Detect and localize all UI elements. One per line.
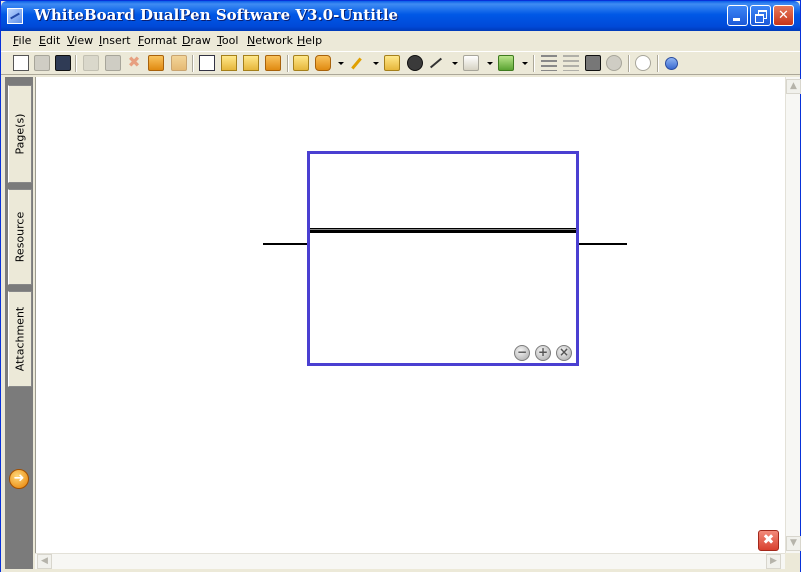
insert-page-icon[interactable]	[199, 55, 215, 71]
line-icon[interactable]	[428, 55, 444, 71]
title-bar[interactable]: WhiteBoard DualPen Software V3.0-Untitle…	[1, 1, 800, 31]
window-title: WhiteBoard DualPen Software V3.0-Untitle	[34, 6, 399, 24]
eraser-icon[interactable]	[315, 55, 331, 71]
paste-icon[interactable]	[105, 55, 121, 71]
spotlight-icon[interactable]	[635, 55, 651, 71]
previous-page-icon[interactable]	[221, 55, 237, 71]
redo-icon[interactable]	[171, 55, 187, 71]
expand-panel-button[interactable]: ➜	[9, 469, 29, 489]
next-page-icon[interactable]	[243, 55, 259, 71]
widget-frame[interactable]	[307, 151, 579, 366]
scroll-up-button[interactable]: ▲	[786, 79, 801, 94]
fill-color-icon[interactable]	[585, 55, 601, 71]
menu-help-label: elp	[305, 34, 323, 47]
menu-format[interactable]: Format	[138, 34, 177, 47]
widget-divider	[310, 228, 576, 233]
widget-minus-button[interactable]: −	[514, 345, 530, 361]
menu-file[interactable]: File	[13, 34, 31, 47]
tab-attachment-label: Attachment	[13, 306, 27, 372]
vertical-scrollbar[interactable]: ▲ ▼	[785, 77, 801, 553]
tab-pages[interactable]: Page(s)	[8, 85, 32, 183]
horizontal-scrollbar[interactable]: ◀ ▶	[35, 553, 785, 569]
undo-icon[interactable]	[148, 55, 164, 71]
menu-edit-mnemonic: E	[39, 34, 46, 47]
minimize-button[interactable]	[727, 5, 748, 26]
tab-resource-label: Resource	[13, 211, 27, 263]
scroll-down-button[interactable]: ▼	[786, 536, 801, 551]
scroll-left-button[interactable]: ◀	[37, 554, 52, 569]
tab-attachment[interactable]: Attachment	[8, 291, 32, 387]
transparency-icon[interactable]	[606, 55, 622, 71]
shape-dropdown-icon[interactable]	[487, 62, 493, 65]
menu-file-label: ile	[18, 34, 32, 47]
toolbar-separator	[192, 55, 194, 72]
scroll-right-button[interactable]: ▶	[766, 554, 781, 569]
shape-icon[interactable]	[463, 55, 479, 71]
close-window-button[interactable]: ✕	[773, 5, 794, 26]
side-panel: Page(s) Resource Attachment ➜	[5, 77, 33, 569]
menu-tool-label: ool	[221, 34, 239, 47]
highlighter-icon[interactable]	[384, 55, 400, 71]
dash-style-icon[interactable]	[563, 55, 579, 71]
tab-resource[interactable]: Resource	[8, 189, 32, 285]
drawn-line-right[interactable]	[579, 243, 627, 245]
brush-icon[interactable]	[407, 55, 423, 71]
toolbar-separator	[75, 55, 77, 72]
menu-bar: File Edit View Insert Format Draw Tool N…	[1, 31, 800, 51]
fill-icon[interactable]	[498, 55, 514, 71]
restore-button[interactable]	[750, 5, 771, 26]
menu-view[interactable]: View	[67, 34, 93, 47]
new-page-icon[interactable]	[13, 55, 29, 71]
toolbar: ✖	[1, 51, 800, 75]
menu-network-label: etwork	[255, 34, 293, 47]
widget-plus-button[interactable]: +	[535, 345, 551, 361]
line-dropdown-icon[interactable]	[452, 62, 458, 65]
menu-network[interactable]: Network	[247, 34, 293, 47]
menu-help[interactable]: Help	[297, 34, 322, 47]
open-icon[interactable]	[34, 55, 50, 71]
fill-dropdown-icon[interactable]	[522, 62, 528, 65]
app-logo-icon[interactable]	[7, 8, 23, 24]
menu-insert-label: nsert	[102, 34, 131, 47]
menu-draw[interactable]: Draw	[182, 34, 211, 47]
scrollbar-corner	[785, 553, 800, 569]
menu-tool[interactable]: Tool	[217, 34, 238, 47]
menu-insert[interactable]: Insert	[99, 34, 131, 47]
menu-draw-label: raw	[190, 34, 211, 47]
app-window: WhiteBoard DualPen Software V3.0-Untitle…	[0, 0, 801, 572]
menu-view-label: iew	[74, 34, 94, 47]
close-page-button[interactable]: ✖	[758, 530, 779, 551]
eraser-dropdown-icon[interactable]	[338, 62, 344, 65]
save-icon[interactable]	[55, 55, 71, 71]
tab-pages-label: Page(s)	[13, 113, 27, 155]
widget-close-button[interactable]: ×	[556, 345, 572, 361]
delete-icon[interactable]: ✖	[126, 55, 142, 71]
menu-edit-label: dit	[45, 34, 61, 47]
pen-icon[interactable]	[348, 55, 364, 71]
menu-format-label: ormat	[143, 34, 177, 47]
drawn-line-left[interactable]	[263, 243, 308, 245]
collapse-toolbar-icon[interactable]	[665, 57, 678, 70]
toolbar-separator	[628, 55, 630, 72]
toolbar-separator	[657, 55, 659, 72]
copy-icon[interactable]	[83, 55, 99, 71]
toolbar-separator	[287, 55, 289, 72]
last-page-icon[interactable]	[265, 55, 281, 71]
line-style-icon[interactable]	[541, 55, 557, 71]
pen-dropdown-icon[interactable]	[373, 62, 379, 65]
menu-network-mnemonic: N	[247, 34, 256, 47]
menu-edit[interactable]: Edit	[39, 34, 60, 47]
select-icon[interactable]	[293, 55, 309, 71]
toolbar-separator	[533, 55, 535, 72]
